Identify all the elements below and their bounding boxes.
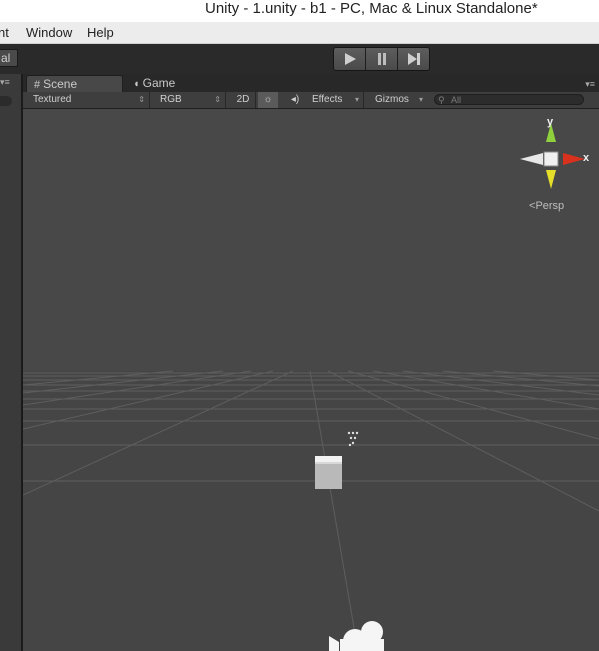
step-icon — [407, 53, 420, 65]
scene-tab-bar: # Scene ◖ Game ▾≡ — [23, 74, 599, 93]
dropdown-arrow-icon: ▾ — [354, 95, 359, 104]
dropdown-arrow-icon: ▾ — [418, 95, 423, 104]
gizmo-x-label: x — [583, 152, 590, 164]
scene-view-toolbar: Textured ⇕ RGB ⇕ 2D ☼ ◂) Effects ▾ Gizmo… — [23, 92, 599, 109]
menu-item-help[interactable]: Help — [87, 25, 114, 40]
audio-toggle[interactable]: ◂) — [286, 92, 304, 108]
window-title: Unity - 1.unity - b1 - PC, Mac & Linux S… — [205, 0, 538, 17]
effects-dropdown[interactable]: Effects ▾ — [306, 92, 364, 108]
mode-2d-toggle[interactable]: 2D — [231, 92, 256, 108]
tab-scene[interactable]: # Scene — [26, 75, 123, 93]
playback-controls — [333, 47, 430, 71]
panel-menu-icon[interactable]: ▾≡ — [0, 77, 10, 88]
scene-search-input[interactable]: ⚲ All — [434, 94, 584, 105]
gizmo-center-cube — [543, 151, 559, 167]
projection-toggle[interactable]: <Persp — [529, 200, 564, 212]
step-button[interactable] — [398, 48, 429, 70]
dropdown-arrow-icon: ⇕ — [214, 95, 221, 104]
scene-canvas[interactable] — [23, 109, 599, 651]
render-mode-dropdown[interactable]: RGB ⇕ — [150, 92, 226, 108]
layout-toggle-label: al — [1, 51, 11, 65]
effects-label: Effects — [312, 94, 343, 105]
tab-scene-label: Scene — [43, 77, 78, 91]
projection-label: Persp — [535, 200, 565, 212]
window-title-bar: Unity - 1.unity - b1 - PC, Mac & Linux S… — [0, 0, 599, 22]
menu-bar: nt Window Help — [0, 22, 599, 44]
tab-game[interactable]: ◖ Game — [126, 75, 216, 92]
menu-item-window[interactable]: Window — [26, 25, 72, 40]
menu-item-component[interactable]: nt — [0, 25, 9, 40]
render-mode-value: RGB — [160, 94, 182, 105]
panel-options-icon[interactable]: ▾≡ — [585, 79, 595, 90]
hierarchy-panel-edge: ▾≡ — [0, 74, 23, 651]
pacman-icon: ◖ — [133, 78, 140, 90]
play-icon — [344, 53, 356, 65]
gizmos-label: Gizmos — [375, 94, 409, 105]
play-button[interactable] — [334, 48, 366, 70]
sun-icon: ☼ — [263, 94, 273, 105]
gizmos-dropdown[interactable]: Gizmos ▾ — [369, 92, 427, 108]
pause-button[interactable] — [366, 48, 398, 70]
search-icon: ⚲ — [438, 95, 445, 105]
dropdown-arrow-icon: ⇕ — [138, 95, 145, 104]
main-toolbar: al — [0, 44, 599, 74]
hierarchy-search-field[interactable] — [0, 96, 12, 106]
speaker-icon: ◂) — [290, 94, 300, 105]
search-placeholder: All — [451, 95, 462, 105]
lighting-toggle[interactable]: ☼ — [258, 92, 278, 108]
gizmo-y-label: y — [547, 116, 554, 128]
layout-toggle-button[interactable]: al — [0, 49, 18, 67]
scene-viewport[interactable]: y x <Persp — [23, 109, 599, 651]
cube-object — [315, 456, 342, 489]
pause-icon — [377, 53, 386, 65]
draw-mode-value: Textured — [33, 94, 72, 105]
tab-game-label: Game — [142, 76, 176, 90]
draw-mode-dropdown[interactable]: Textured ⇕ — [23, 92, 150, 108]
